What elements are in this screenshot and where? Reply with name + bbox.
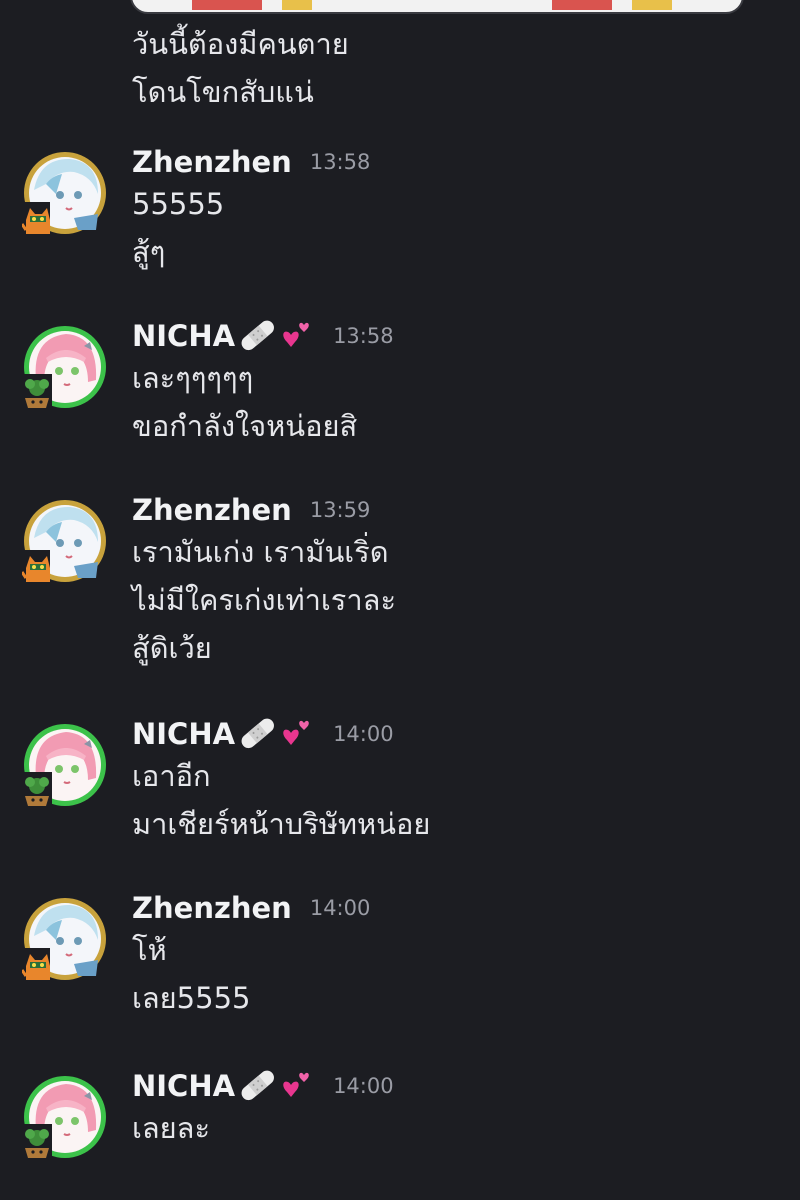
message-line: สู้ๆ xyxy=(132,235,166,269)
message-content: 55555 สู้ๆ xyxy=(132,180,224,276)
timestamp[interactable]: 14:00 xyxy=(333,722,394,746)
message-line: 55555 xyxy=(132,187,225,221)
timestamp[interactable]: 14:00 xyxy=(333,1074,394,1098)
message-line: เอาอีก xyxy=(132,759,211,793)
bandage-hearts-icon xyxy=(237,316,315,356)
timestamp[interactable]: 13:58 xyxy=(333,324,394,348)
message-content: เลยละ xyxy=(132,1104,210,1152)
zhenzhen-avatar[interactable] xyxy=(22,498,108,584)
message-line: มาเชียร์หน้าบริษัทหน่อย xyxy=(132,807,431,841)
message-content: เรามันเก่ง เรามันเริ่ด ไม่มีใครเก่งเท่าเ… xyxy=(132,528,396,672)
author-name[interactable]: Zhenzhen xyxy=(132,145,292,179)
message-line: โดนโขกสับแน่ xyxy=(132,75,314,109)
nicha-avatar[interactable] xyxy=(22,722,108,808)
message-line: เลย5555 xyxy=(132,981,251,1015)
message-line: สู้ดิเว้ย xyxy=(132,631,212,665)
message-line: โห้ xyxy=(132,933,167,967)
author-name[interactable]: NICHA xyxy=(132,717,235,751)
message-line: เลยละ xyxy=(132,1111,211,1145)
image-attachment-preview[interactable] xyxy=(130,0,744,14)
zhenzhen-avatar[interactable] xyxy=(22,896,108,982)
author-name[interactable]: NICHA xyxy=(132,319,235,353)
message-line: ขอกำลังใจหน่อยสิ xyxy=(132,409,358,443)
timestamp[interactable]: 13:58 xyxy=(310,150,371,174)
previous-message-content: วันนี้ต้องมีคนตาย โดนโขกสับแน่ xyxy=(132,20,349,116)
nicha-avatar[interactable] xyxy=(22,1074,108,1160)
message-line: เละๆๆๆๆๆ xyxy=(132,361,254,395)
message-line: วันนี้ต้องมีคนตาย xyxy=(132,27,349,61)
zhenzhen-avatar[interactable] xyxy=(22,150,108,236)
bandage-hearts-icon xyxy=(237,1066,315,1106)
author-name[interactable]: Zhenzhen xyxy=(132,891,292,925)
message-content: โห้ เลย5555 xyxy=(132,926,250,1022)
message-line: ไม่มีใครเก่งเท่าเราละ xyxy=(132,583,397,617)
timestamp[interactable]: 14:00 xyxy=(310,896,371,920)
author-name[interactable]: NICHA xyxy=(132,1069,235,1103)
author-name[interactable]: Zhenzhen xyxy=(132,493,292,527)
message-content: เอาอีก มาเชียร์หน้าบริษัทหน่อย xyxy=(132,752,430,848)
bandage-hearts-icon xyxy=(237,714,315,754)
message-line: เรามันเก่ง เรามันเริ่ด xyxy=(132,535,389,569)
nicha-avatar[interactable] xyxy=(22,324,108,410)
timestamp[interactable]: 13:59 xyxy=(310,498,371,522)
message-content: เละๆๆๆๆๆ ขอกำลังใจหน่อยสิ xyxy=(132,354,357,450)
